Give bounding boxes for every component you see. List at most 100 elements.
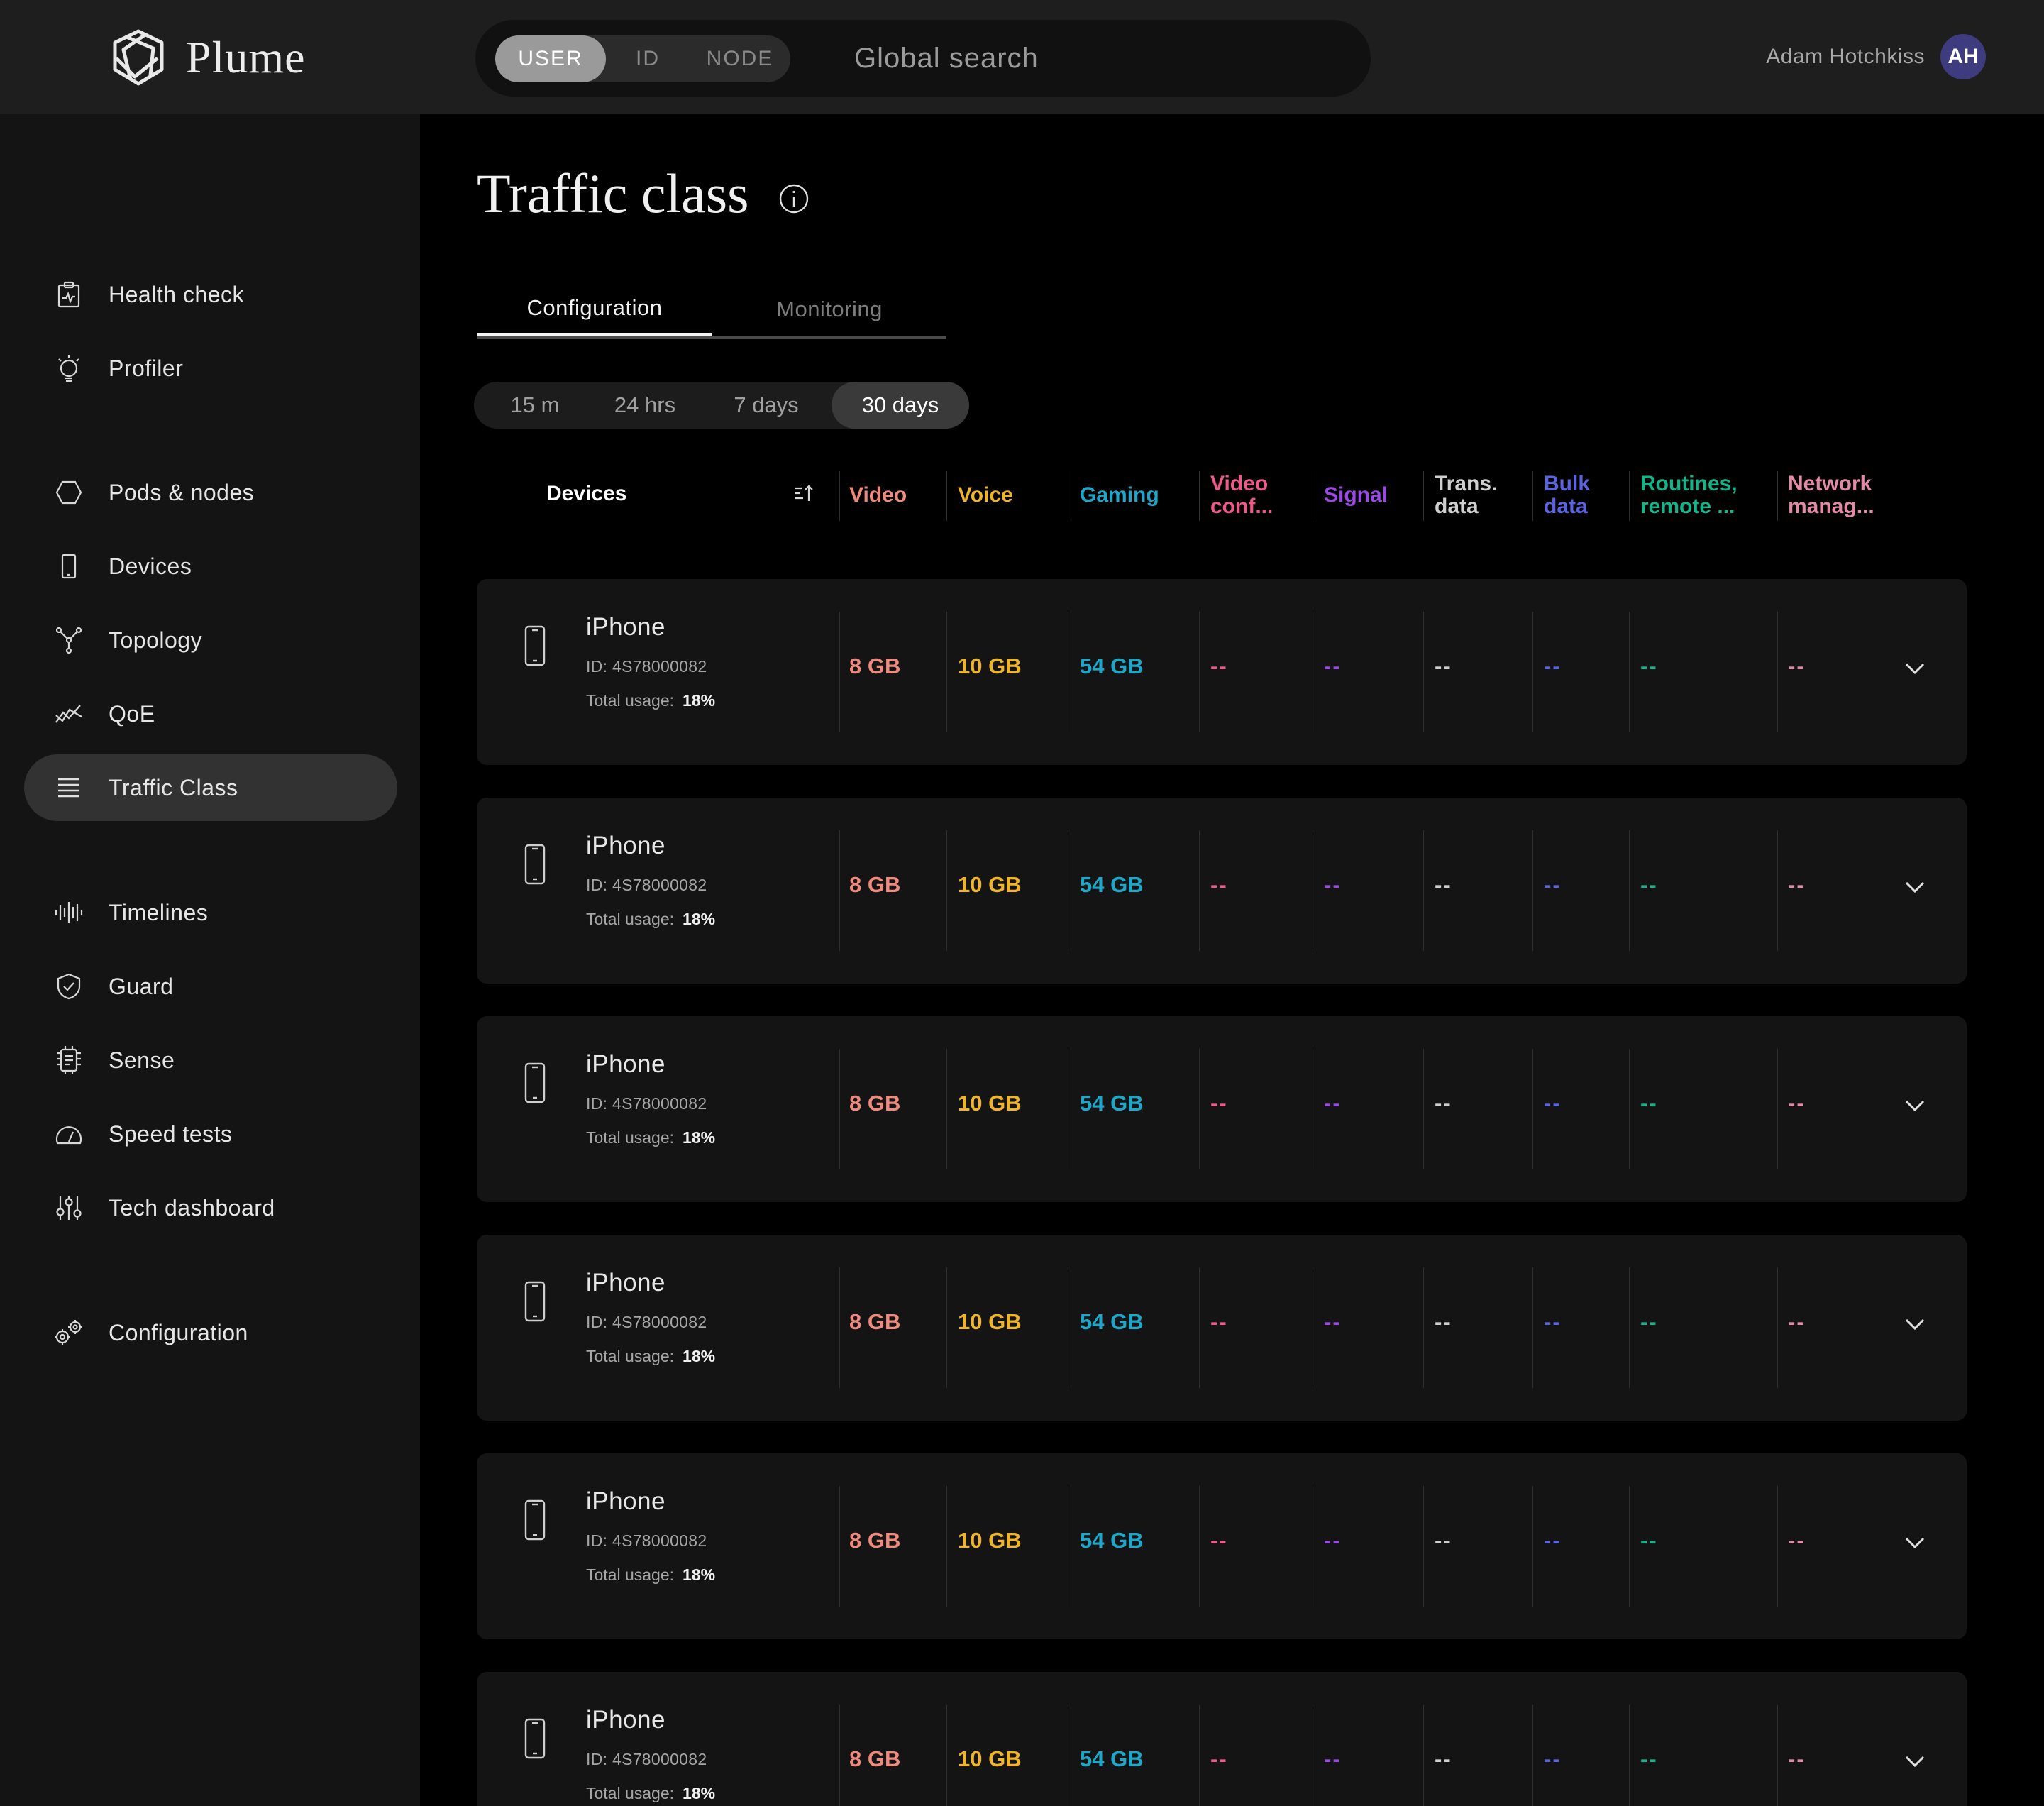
brand-logo[interactable]: Plume (106, 27, 306, 88)
cell-divider (839, 612, 840, 732)
device-total-usage: Total usage: 18% (586, 910, 715, 929)
user-menu[interactable]: Adam Hotchkiss AH (1766, 33, 1986, 81)
table-row[interactable]: iPhone ID: 4S78000082 Total usage: 18% 8 … (477, 579, 1967, 765)
tab-configuration[interactable]: Configuration (477, 282, 712, 336)
cell-divider (1629, 612, 1630, 732)
stack-lines-icon (53, 771, 85, 804)
global-search-bar[interactable]: USER ID NODE Global search (475, 20, 1371, 97)
traffic-value-cell: 54 GB (1080, 1309, 1144, 1334)
traffic-value-cell: 10 GB (958, 654, 1022, 678)
phone-icon (524, 625, 546, 666)
table-row[interactable]: iPhone ID: 4S78000082 Total usage: 18% 8 … (477, 1672, 1967, 1806)
range-15m[interactable]: 15 m (485, 382, 585, 429)
column-header[interactable]: Gaming (1080, 484, 1159, 507)
column-header[interactable]: Video conf... (1210, 473, 1273, 518)
traffic-value-cell: -- (1210, 872, 1228, 897)
device-name[interactable]: iPhone (586, 1706, 665, 1734)
column-header[interactable]: Voice (958, 484, 1013, 507)
sidebar-item-traffic-class[interactable]: Traffic Class (24, 754, 397, 821)
column-header[interactable]: Trans. data (1435, 473, 1497, 518)
traffic-value-cell: -- (1210, 654, 1228, 678)
column-header[interactable]: Bulk data (1544, 473, 1590, 518)
sort-icon[interactable] (793, 484, 814, 502)
chevron-down-icon[interactable] (1904, 661, 1926, 676)
chevron-down-icon[interactable] (1904, 1754, 1926, 1768)
search-mode-node[interactable]: NODE (690, 35, 790, 82)
cell-divider (1629, 830, 1630, 951)
sidebar-item-timelines[interactable]: Timelines (24, 879, 397, 946)
traffic-value-cell: -- (1788, 1746, 1806, 1771)
traffic-value-cell: -- (1788, 1091, 1806, 1116)
traffic-value-cell: -- (1324, 1091, 1342, 1116)
waveform-icon (53, 896, 85, 929)
info-icon[interactable] (778, 183, 810, 214)
chevron-down-icon[interactable] (1904, 1099, 1926, 1113)
traffic-value-cell: 10 GB (958, 1746, 1022, 1771)
table-row[interactable]: iPhone ID: 4S78000082 Total usage: 18% 8 … (477, 798, 1967, 984)
sidebar-item-label: Health check (109, 281, 244, 307)
sidebar-item-guard[interactable]: Guard (24, 953, 397, 1020)
sidebar-item-label: Traffic Class (109, 774, 238, 800)
device-name[interactable]: iPhone (586, 1269, 665, 1297)
range-7days[interactable]: 7 days (707, 382, 826, 429)
device-name[interactable]: iPhone (586, 832, 665, 860)
sidebar-item-devices[interactable]: Devices (24, 533, 397, 600)
chevron-down-icon[interactable] (1904, 1536, 1926, 1550)
traffic-value-cell: -- (1788, 872, 1806, 897)
usage-label: Total usage: (586, 691, 675, 710)
column-divider (839, 471, 840, 521)
table-row[interactable]: iPhone ID: 4S78000082 Total usage: 18% 8 … (477, 1016, 1967, 1202)
cell-divider (946, 1705, 947, 1806)
column-divider (1423, 471, 1424, 521)
avatar[interactable]: AH (1940, 34, 1986, 79)
device-name[interactable]: iPhone (586, 613, 665, 642)
traffic-value-cell: 54 GB (1080, 872, 1144, 897)
traffic-value-cell: 10 GB (958, 872, 1022, 897)
cell-divider (1199, 612, 1200, 732)
sidebar-item-configuration[interactable]: Configuration (24, 1299, 397, 1366)
chevron-down-icon[interactable] (1904, 880, 1926, 894)
column-header[interactable]: Routines, remote ... (1640, 473, 1738, 518)
chevron-down-icon[interactable] (1904, 1317, 1926, 1331)
cell-divider (946, 830, 947, 951)
sidebar-item-profiler[interactable]: Profiler (24, 335, 397, 402)
device-id: ID: 4S78000082 (586, 1094, 707, 1113)
tab-monitoring[interactable]: Monitoring (712, 282, 946, 336)
sidebar-item-label: Tech dashboard (109, 1194, 275, 1221)
plume-logo-icon (113, 29, 164, 86)
sidebar-item-speed-tests[interactable]: Speed tests (24, 1101, 397, 1167)
search-input[interactable]: Global search (854, 20, 1039, 97)
column-header[interactable]: Network manag... (1788, 473, 1874, 518)
sidebar-item-qoe[interactable]: QoE (24, 681, 397, 747)
search-mode-id[interactable]: ID (606, 35, 690, 82)
sidebar-item-topology[interactable]: Topology (24, 607, 397, 673)
column-header[interactable]: Signal (1324, 484, 1388, 507)
table-row[interactable]: iPhone ID: 4S78000082 Total usage: 18% 8 … (477, 1453, 1967, 1639)
chip-icon (53, 1044, 85, 1077)
range-30days[interactable]: 30 days (832, 382, 969, 429)
sidebar-item-label: Speed tests (109, 1121, 233, 1147)
cell-divider (1199, 1705, 1200, 1806)
sidebar-item-pods-nodes[interactable]: Pods & nodes (24, 459, 397, 526)
cell-divider (1199, 830, 1200, 951)
sidebar-item-sense[interactable]: Sense (24, 1027, 397, 1094)
phone-icon (524, 1499, 546, 1541)
sidebar-item-tech-dashboard[interactable]: Tech dashboard (24, 1174, 397, 1241)
device-name[interactable]: iPhone (586, 1050, 665, 1079)
usage-value: 18% (683, 910, 716, 928)
cell-divider (946, 1267, 947, 1388)
sidebar-item-label: Pods & nodes (109, 479, 255, 505)
cell-divider (1423, 1267, 1424, 1388)
traffic-value-cell: 8 GB (849, 1091, 901, 1116)
range-24hrs[interactable]: 24 hrs (586, 382, 704, 429)
column-header[interactable]: Video (849, 484, 907, 507)
cell-divider (1629, 1049, 1630, 1169)
search-mode-user[interactable]: USER (495, 35, 606, 82)
cell-divider (1629, 1486, 1630, 1607)
table-row[interactable]: iPhone ID: 4S78000082 Total usage: 18% 8 … (477, 1235, 1967, 1421)
traffic-value-cell: 54 GB (1080, 1746, 1144, 1771)
sidebar-item-health-check[interactable]: Health check (24, 261, 397, 328)
device-name[interactable]: iPhone (586, 1487, 665, 1516)
column-header-line: Network (1788, 472, 1872, 495)
shield-check-icon (53, 970, 85, 1003)
